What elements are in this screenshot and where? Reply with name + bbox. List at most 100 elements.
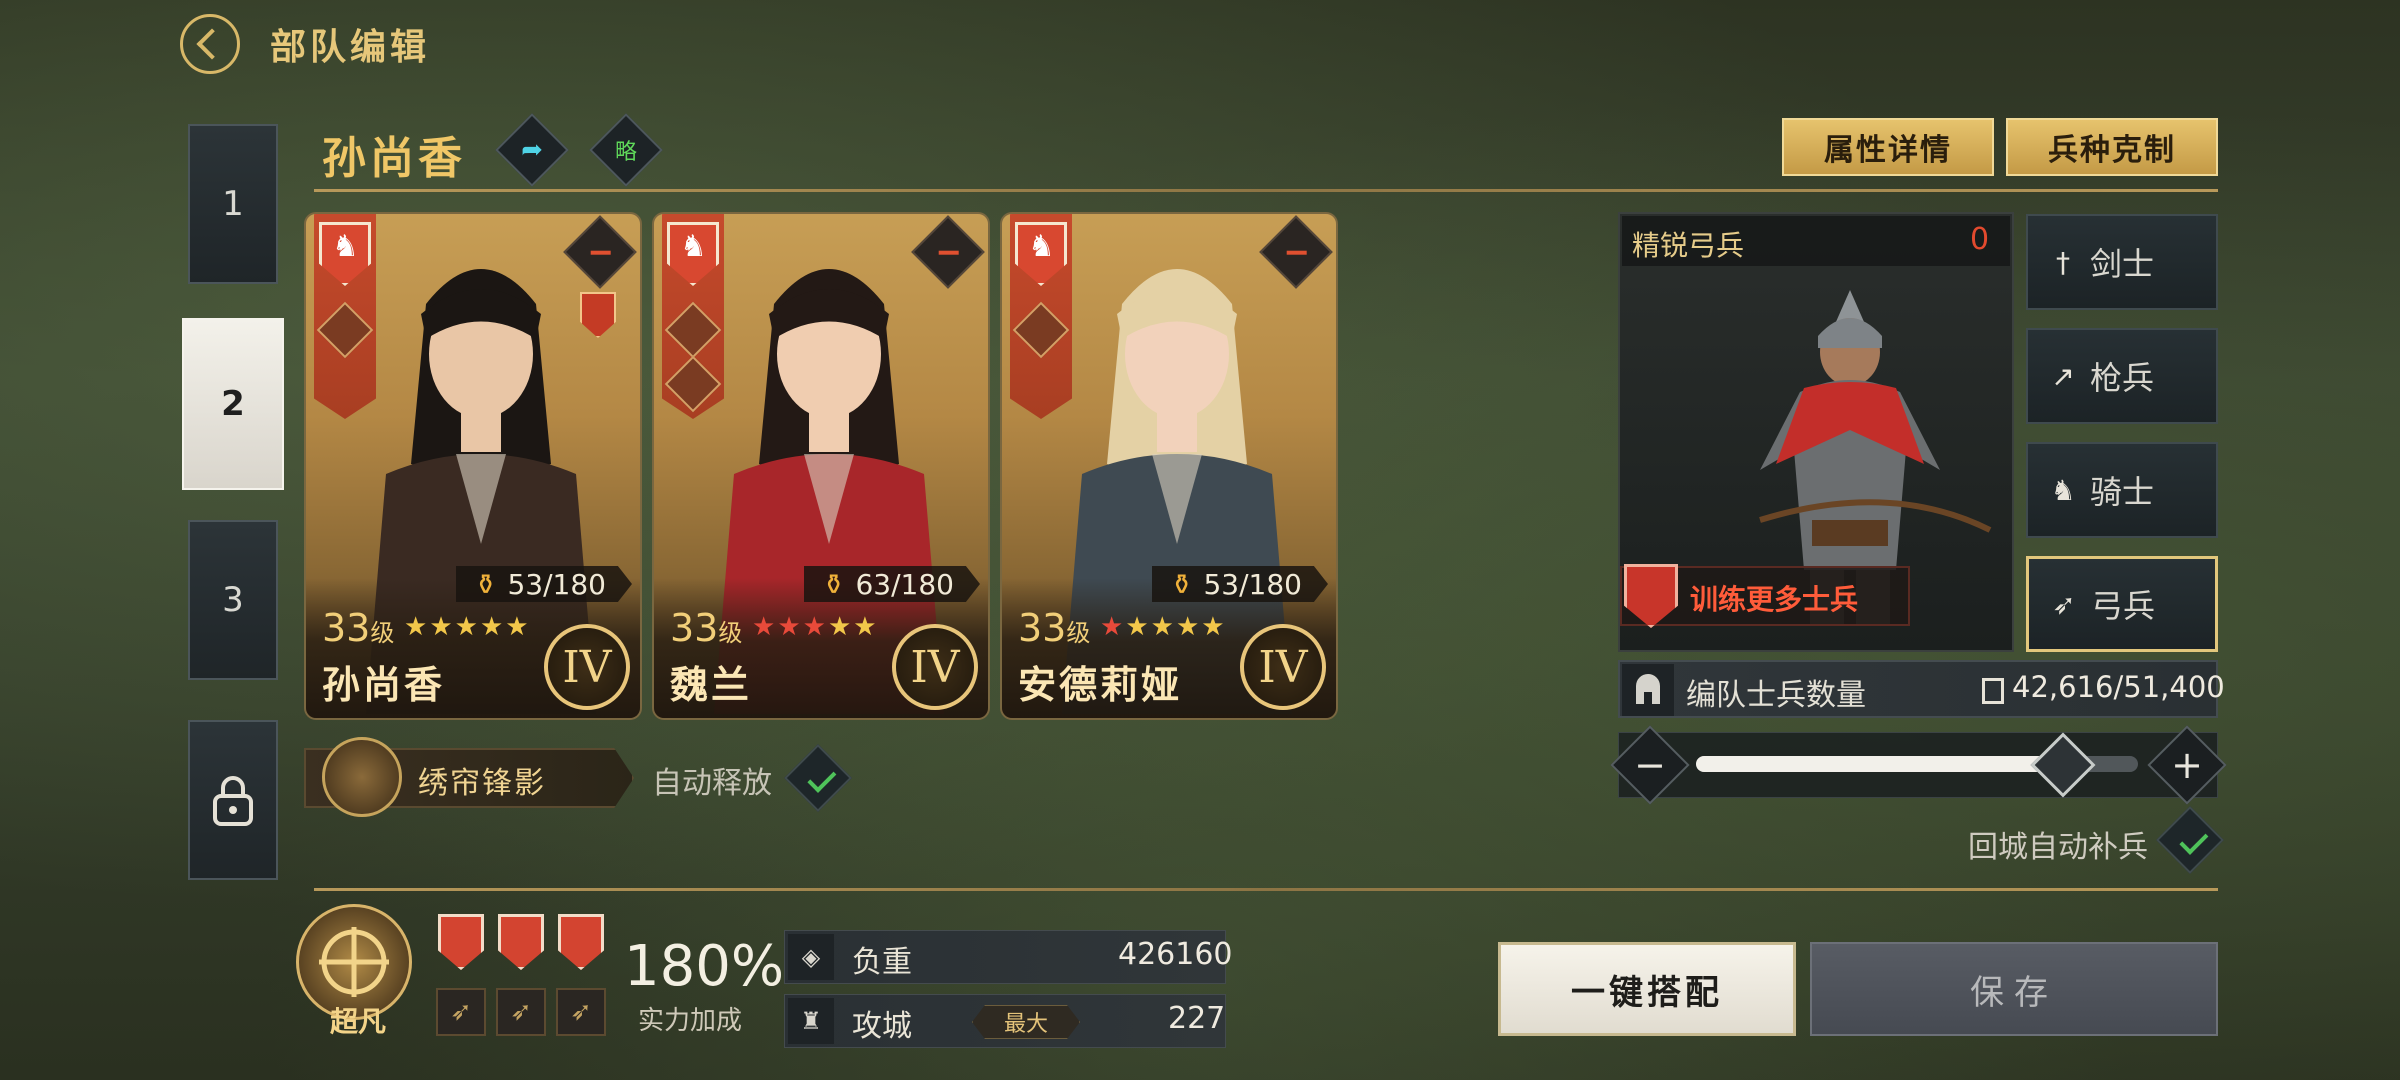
hero-card[interactable]: ⚱53/180 33级 ★★★★★ 孙尚香 IV <box>304 212 642 720</box>
power-bonus-value: 180% <box>624 934 785 999</box>
hero-stars: ★★★★★ <box>1100 612 1227 642</box>
troop-type-spearman[interactable]: ↗ 枪兵 <box>2026 328 2218 424</box>
troop-capacity-value: 53/180 <box>1203 567 1302 601</box>
power-bonus-label: 实力加成 <box>638 1006 743 1036</box>
potion-icon: ⚱ <box>474 567 498 601</box>
troop-type-label: 骑士 <box>2090 473 2155 511</box>
faction-banner <box>314 214 376 419</box>
hero-card[interactable]: ⚱53/180 33级 ★★★★★ 安德莉娅 IV <box>1000 212 1338 720</box>
star-icon: ★ <box>1201 612 1227 642</box>
team-tab-2[interactable]: 2 <box>182 318 284 490</box>
hero-name: 孙尚香 <box>322 133 466 184</box>
troop-type-knight[interactable]: ♞ 骑士 <box>2026 442 2218 538</box>
troop-type-label: 弓兵 <box>2091 587 2156 625</box>
hero-card[interactable]: ⚱63/180 33级 ★★★★★ 魏兰 IV <box>652 212 990 720</box>
troop-capacity: ⚱ 53/180 <box>1152 566 1328 602</box>
strategy-button[interactable]: 略 <box>589 113 663 187</box>
potion-icon: ⚱ <box>1170 567 1194 601</box>
star-icon: ★ <box>777 612 803 642</box>
hero-level-unit: 级 <box>370 619 395 647</box>
troop-count: 0 <box>1970 222 1990 257</box>
calculator-icon <box>1982 678 2004 704</box>
plus-icon: + <box>2171 743 2203 787</box>
troop-type-archer[interactable]: ➶ 弓兵 <box>2026 556 2218 652</box>
strategy-label: 略 <box>614 140 637 165</box>
hero-level-unit: 级 <box>1066 619 1091 647</box>
troop-type-swordsman[interactable]: † 剑士 <box>2026 214 2218 310</box>
hero-stars: ★★★★★ <box>752 612 879 642</box>
troop-capacity: ⚱ 63/180 <box>804 566 980 602</box>
back-button[interactable] <box>180 14 240 74</box>
weapon-icon <box>664 355 722 413</box>
lion-shield-icon <box>319 222 371 286</box>
hero-level-value: 33 <box>1018 606 1067 650</box>
troop-slider-fill <box>1696 756 2063 772</box>
arrow-share-icon: ➦ <box>521 135 543 165</box>
bow-icon: ➶ <box>2052 587 2076 621</box>
train-more-label: 训练更多士兵 <box>1690 583 1859 616</box>
troop-capacity: ⚱ 53/180 <box>456 566 632 602</box>
auto-replenish-checkbox[interactable] <box>2156 806 2224 874</box>
auto-release-label: 自动释放 <box>652 766 772 801</box>
formation-count-label: 编队士兵数量 <box>1686 678 1866 713</box>
star-icon: ★ <box>1150 612 1176 642</box>
weapon-icon <box>1012 301 1070 359</box>
star-icon: ★ <box>1125 612 1151 642</box>
load-label: 负重 <box>852 945 912 980</box>
troop-counter-button[interactable]: 兵种克制 <box>2006 118 2218 176</box>
formation-count-value: 42,616/51,400 <box>2012 670 2225 704</box>
team-tab-locked[interactable] <box>188 720 278 880</box>
auto-match-button[interactable]: 一键搭配 <box>1498 942 1796 1036</box>
hero-level: 33级 <box>322 606 400 650</box>
star-icon: ★ <box>429 612 455 642</box>
bow-icon: ➶ <box>436 988 486 1036</box>
star-icon: ★ <box>853 612 879 642</box>
minus-icon: − <box>1634 743 1666 787</box>
bow-icon: ➶ <box>556 988 606 1036</box>
shield-icon <box>438 914 484 970</box>
hero-card-name: 安德莉娅 <box>1018 662 1183 707</box>
lock-icon <box>213 776 253 826</box>
hero-card-name: 孙尚香 <box>322 662 446 707</box>
star-icon: ★ <box>802 612 828 642</box>
troop-capacity-value: 53/180 <box>507 567 606 601</box>
star-icon: ★ <box>752 612 778 642</box>
skill-name: 绣帘锋影 <box>418 766 546 801</box>
siege-icon: ♜ <box>788 998 834 1044</box>
star-icon: ★ <box>454 612 480 642</box>
star-icon: ★ <box>505 612 531 642</box>
save-button[interactable]: 保存 <box>1810 942 2218 1036</box>
hero-level: 33级 <box>1018 606 1096 650</box>
hero-rank-badge: IV <box>892 624 978 710</box>
skill-icon[interactable] <box>322 737 402 817</box>
auto-release-checkbox[interactable] <box>784 744 852 812</box>
layers-icon: ◈ <box>788 934 834 980</box>
siege-value: 227 <box>1168 1001 1226 1036</box>
bow-icon: ➶ <box>496 988 546 1036</box>
share-button[interactable]: ➦ <box>495 113 569 187</box>
team-tab-3[interactable]: 3 <box>188 520 278 680</box>
attribute-details-button[interactable]: 属性详情 <box>1782 118 1994 176</box>
star-icon: ★ <box>1175 612 1202 642</box>
hero-card-name: 魏兰 <box>670 662 753 707</box>
team-tab-1[interactable]: 1 <box>188 124 278 284</box>
auto-replenish-label: 回城自动补兵 <box>1968 830 2148 865</box>
lion-shield-icon <box>667 222 719 286</box>
potion-icon: ⚱ <box>822 567 846 601</box>
hero-level: 33级 <box>670 606 748 650</box>
hero-level-value: 33 <box>670 606 719 650</box>
max-tag: 最大 <box>972 1005 1080 1039</box>
hero-rank-badge: IV <box>1240 624 1326 710</box>
star-icon: ★ <box>1100 612 1126 642</box>
troop-type-label: 剑士 <box>2090 245 2155 283</box>
page-title: 部队编辑 <box>270 26 431 68</box>
hero-level-unit: 级 <box>718 619 743 647</box>
weapon-icon <box>316 301 374 359</box>
horse-icon: ♞ <box>2050 473 2076 507</box>
troop-capacity-value: 63/180 <box>855 567 954 601</box>
star-icon: ★ <box>479 612 506 642</box>
helmet-icon <box>1622 664 1674 716</box>
star-icon: ★ <box>827 612 854 642</box>
divider-bottom <box>314 888 2218 891</box>
weapon-icon <box>664 301 722 359</box>
